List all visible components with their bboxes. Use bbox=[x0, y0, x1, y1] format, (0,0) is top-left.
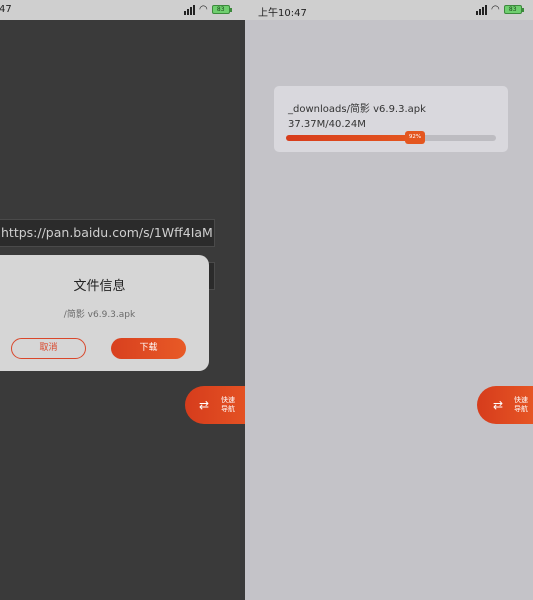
wifi-icon: ◠ bbox=[491, 4, 500, 15]
dialog-title: 文件信息 bbox=[73, 279, 126, 294]
status-time: 47 bbox=[0, 4, 12, 15]
swap-arrows-icon: ⇄ bbox=[493, 398, 504, 412]
battery-icon: 83 bbox=[503, 5, 524, 14]
battery-icon: 83 bbox=[211, 5, 232, 14]
status-icons: ◠ 83 bbox=[476, 4, 524, 15]
swap-arrows-icon: ⇄ bbox=[199, 398, 210, 412]
dialog-filename: /简影 v6.9.3.apk bbox=[63, 310, 136, 320]
cancel-button[interactable]: 取消 bbox=[11, 338, 86, 359]
file-info-dialog: 文件信息 /简影 v6.9.3.apk 取消 下载 bbox=[0, 255, 209, 371]
progress-badge: 92% bbox=[405, 131, 425, 144]
download-progress-bar: 92% bbox=[286, 131, 496, 144]
quick-nav-button[interactable]: ⇄ 快速导航 bbox=[477, 386, 533, 424]
status-bar: 上午10:47 ◠ 83 bbox=[245, 0, 533, 20]
signal-icon bbox=[184, 4, 195, 15]
status-icons: ◠ 83 bbox=[184, 4, 232, 15]
status-bar: 47 ◠ 83 bbox=[0, 0, 245, 20]
left-screen: 47 ◠ 83 https://pan.baidu.com/s/1Wff4IaM… bbox=[0, 0, 245, 600]
right-screen: 上午10:47 ◠ 83 _downloads/简影 v6.9.3.apk 37… bbox=[245, 0, 533, 600]
quick-nav-label: 快速导航 bbox=[513, 396, 528, 413]
download-size: 37.37M/40.24M bbox=[288, 119, 366, 130]
download-button[interactable]: 下载 bbox=[111, 338, 186, 359]
status-time: 上午10:47 bbox=[258, 8, 307, 19]
download-filename: _downloads/简影 v6.9.3.apk bbox=[288, 104, 426, 115]
quick-nav-label: 快速导航 bbox=[221, 396, 235, 413]
progress-fill bbox=[286, 135, 415, 141]
url-input[interactable]: https://pan.baidu.com/s/1Wff4IaMBe bbox=[0, 219, 215, 247]
quick-nav-button[interactable]: ⇄ 快速导航 bbox=[185, 386, 245, 424]
signal-icon bbox=[476, 4, 487, 15]
download-item[interactable]: _downloads/简影 v6.9.3.apk 37.37M/40.24M 9… bbox=[274, 86, 508, 152]
wifi-icon: ◠ bbox=[199, 4, 208, 15]
